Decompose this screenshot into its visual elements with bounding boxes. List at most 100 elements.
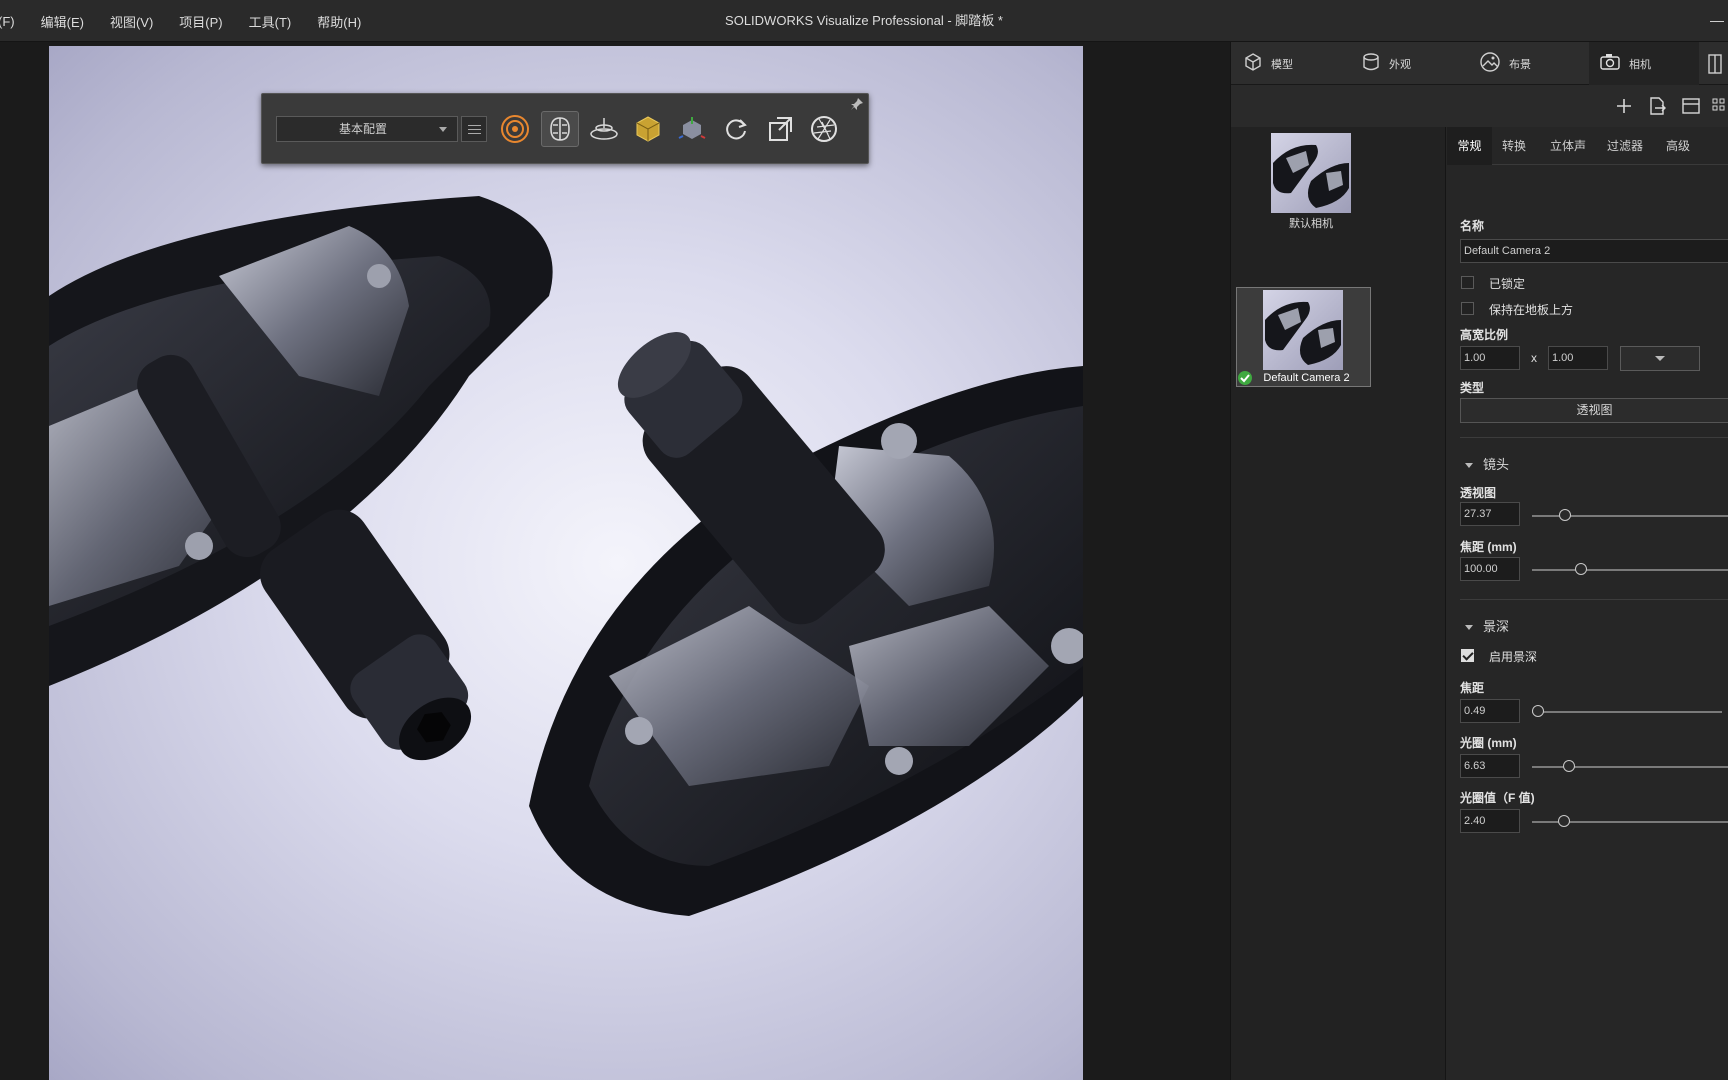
- add-camera-icon[interactable]: [1613, 96, 1635, 116]
- camera-list: 默认相机 Default Camera 2: [1231, 127, 1446, 1080]
- tab-general[interactable]: 常规: [1447, 127, 1492, 165]
- chevron-down-icon: [439, 127, 447, 132]
- locked-checkbox[interactable]: [1461, 276, 1474, 289]
- render-mode-icon[interactable]: [496, 111, 534, 147]
- camera-thumbnail: [1271, 133, 1351, 213]
- cylinder-icon: [1361, 52, 1381, 75]
- tab-model[interactable]: 模型: [1243, 42, 1353, 85]
- f-stop-label: 光圈值（F 值): [1460, 791, 1535, 805]
- camera-thumbnail: [1263, 290, 1343, 370]
- camera-item-default[interactable]: 默认相机: [1261, 133, 1361, 230]
- focal-length-input[interactable]: 100.00: [1460, 557, 1520, 581]
- aperture-slider-track[interactable]: [1532, 766, 1728, 768]
- focus-distance-input[interactable]: 0.49: [1460, 699, 1520, 723]
- focal-length-slider-track[interactable]: [1532, 569, 1728, 571]
- tab-camera-label: 相机: [1629, 58, 1651, 71]
- aspect-width-input[interactable]: 1.00: [1460, 346, 1520, 370]
- f-stop-input[interactable]: 2.40: [1460, 809, 1520, 833]
- title-bar: (F) 编辑(E) 视图(V) 项目(P) 工具(T) 帮助(H) SOLIDW…: [0, 0, 1728, 42]
- f-stop-slider-thumb[interactable]: [1557, 815, 1570, 827]
- focus-distance-label: 焦距: [1460, 681, 1485, 695]
- panel-layout-icon[interactable]: [1707, 42, 1728, 85]
- tab-filters[interactable]: 过滤器: [1607, 127, 1643, 165]
- fov-label: 透视图: [1460, 486, 1497, 500]
- pedal-render: [49, 196, 1083, 916]
- tab-scene[interactable]: 布景: [1479, 42, 1589, 85]
- minimize-button[interactable]: [1704, 10, 1728, 32]
- fov-input[interactable]: 27.37: [1460, 502, 1520, 526]
- transform-icon[interactable]: [673, 111, 711, 147]
- menu-bar: (F) 编辑(E) 视图(V) 项目(P) 工具(T) 帮助(H): [0, 0, 387, 42]
- right-pedal: [529, 332, 1083, 916]
- focus-distance-slider-track[interactable]: [1532, 711, 1722, 713]
- scene-icon: [1479, 51, 1501, 76]
- dof-section-label: 景深: [1483, 619, 1510, 634]
- viewport-area: 基本配置: [0, 42, 1230, 1080]
- tab-transform[interactable]: 转换: [1502, 127, 1526, 165]
- lens-section-label: 镜头: [1483, 457, 1510, 472]
- aperture-input[interactable]: 6.63: [1460, 754, 1520, 778]
- tab-appearance[interactable]: 外观: [1361, 42, 1471, 85]
- palette-tabs: 模型 外观 布景 相机: [1231, 42, 1728, 85]
- focus-distance-slider-thumb[interactable]: [1531, 705, 1544, 717]
- list-view-icon[interactable]: [1680, 96, 1702, 116]
- reset-rotate-icon[interactable]: [717, 111, 755, 147]
- tab-camera[interactable]: 相机: [1589, 42, 1699, 85]
- chevron-down-icon: [1465, 625, 1473, 631]
- menu-view[interactable]: 视图(V): [110, 12, 153, 31]
- divider: [1460, 599, 1728, 600]
- focal-length-label: 焦距 (mm): [1460, 540, 1517, 554]
- divider: [1460, 437, 1728, 438]
- camera-properties: 常规 转换 立体声 过滤器 高级 名称 Default Camera 2 已锁定…: [1447, 127, 1728, 1080]
- aperture-label: 光圈 (mm): [1460, 736, 1517, 750]
- viewport-toolbar: 基本配置: [261, 93, 869, 164]
- menu-edit[interactable]: 编辑(E): [41, 12, 84, 31]
- tab-model-label: 模型: [1271, 58, 1293, 71]
- tab-scene-label: 布景: [1509, 58, 1531, 71]
- configuration-value: 基本配置: [339, 122, 388, 136]
- lens-section-header[interactable]: 镜头: [1465, 454, 1509, 473]
- aspect-height-input[interactable]: 1.00: [1548, 346, 1608, 370]
- tab-appearance-label: 外观: [1389, 58, 1411, 71]
- dof-section-header[interactable]: 景深: [1465, 616, 1509, 635]
- type-label: 类型: [1460, 381, 1485, 395]
- aperture-icon[interactable]: [805, 111, 843, 147]
- camera-label: 默认相机: [1289, 218, 1333, 230]
- camera-label: Default Camera 2: [1263, 372, 1350, 384]
- keep-above-floor-checkbox[interactable]: [1461, 302, 1474, 315]
- name-label: 名称: [1460, 219, 1485, 233]
- keep-above-floor-label: 保持在地板上方: [1489, 303, 1574, 317]
- enable-dof-checkbox[interactable]: [1461, 649, 1474, 662]
- menu-file[interactable]: (F): [0, 14, 15, 29]
- menu-help[interactable]: 帮助(H): [317, 12, 361, 31]
- menu-project[interactable]: 项目(P): [179, 12, 222, 31]
- aperture-slider-thumb[interactable]: [1563, 760, 1576, 772]
- locked-label: 已锁定: [1489, 277, 1526, 291]
- floor-icon[interactable]: [585, 111, 623, 147]
- camera-type-select[interactable]: 透视图: [1460, 398, 1728, 423]
- palette-panel: 模型 外观 布景 相机 默认相机 Default Camera 2 常规 转换 …: [1230, 42, 1728, 1080]
- interaction-mode-icon[interactable]: [541, 111, 579, 147]
- chevron-down-icon: [1655, 356, 1665, 361]
- tab-stereo[interactable]: 立体声: [1550, 127, 1586, 165]
- camera-icon: [1599, 52, 1621, 75]
- aspect-preset-dropdown[interactable]: [1620, 346, 1700, 371]
- configuration-select[interactable]: 基本配置: [276, 116, 458, 142]
- aspect-ratio-label: 高宽比例: [1460, 328, 1509, 342]
- render-viewport[interactable]: [49, 46, 1083, 1080]
- camera-view-icon[interactable]: [761, 111, 799, 147]
- camera-toolbar: [1231, 85, 1728, 127]
- cube-icon: [1243, 52, 1263, 75]
- fov-slider-thumb[interactable]: [1559, 509, 1572, 521]
- focal-length-slider-thumb[interactable]: [1575, 563, 1588, 575]
- chevron-down-icon: [1465, 463, 1473, 469]
- pin-icon[interactable]: [850, 97, 864, 111]
- grid-view-icon[interactable]: [1711, 96, 1728, 116]
- menu-tools[interactable]: 工具(T): [249, 12, 292, 31]
- tab-advanced[interactable]: 高级: [1666, 127, 1690, 165]
- camera-name-input[interactable]: Default Camera 2: [1460, 239, 1728, 263]
- camera-item-default-camera-2[interactable]: Default Camera 2: [1236, 287, 1371, 387]
- object-select-icon[interactable]: [629, 111, 667, 147]
- configuration-menu-button[interactable]: [461, 116, 487, 142]
- export-icon[interactable]: [1646, 96, 1668, 116]
